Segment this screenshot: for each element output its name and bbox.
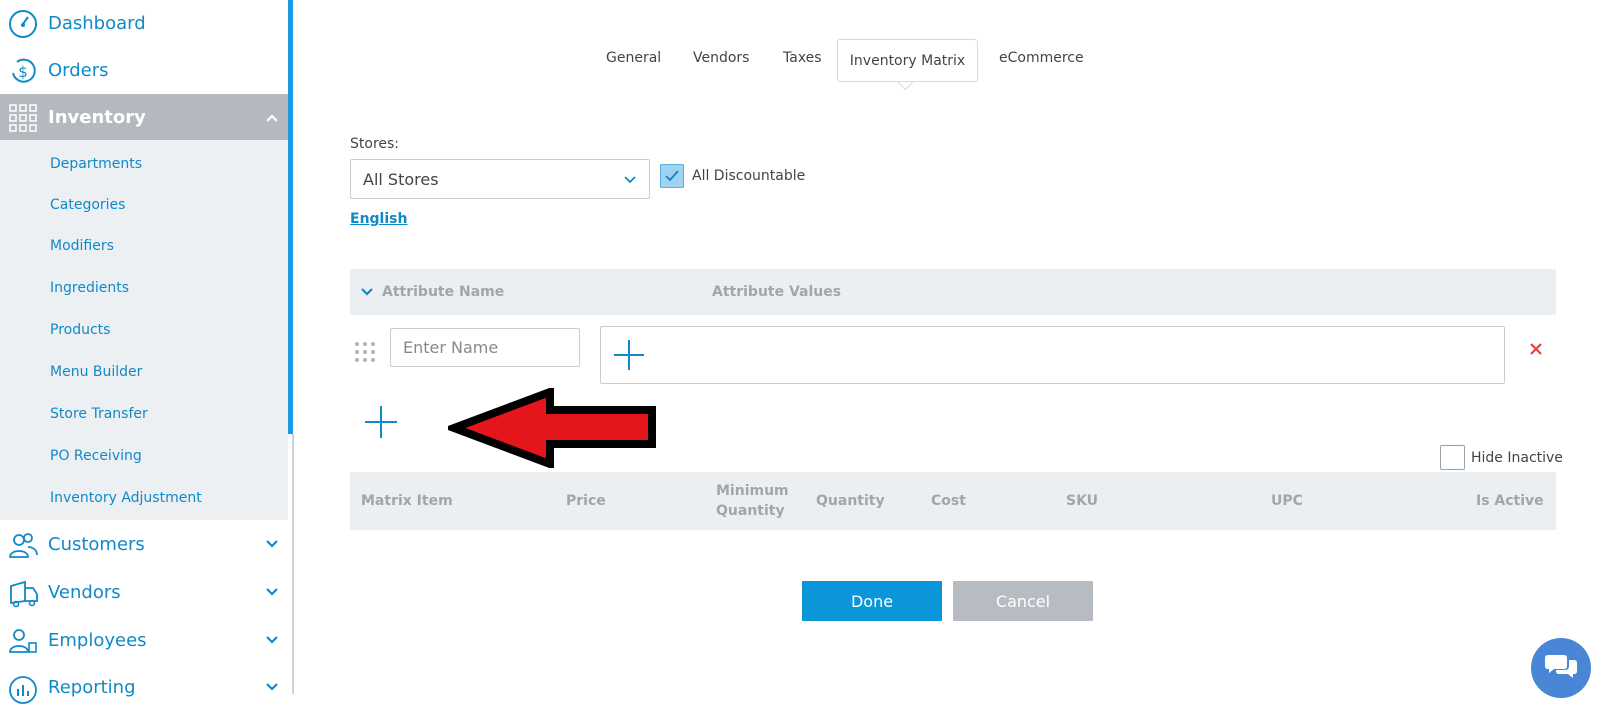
stores-select[interactable]: All Stores [350, 159, 650, 199]
attribute-name-input[interactable] [390, 328, 580, 367]
sidebar-scrollbar[interactable] [288, 0, 293, 434]
stores-select-value: All Stores [363, 170, 439, 189]
tab-inventory-matrix[interactable]: Inventory Matrix [837, 39, 978, 82]
grid-icon [9, 104, 37, 132]
drag-handle-icon[interactable] [354, 341, 376, 363]
col-cost: Cost [931, 493, 966, 509]
sidebar-item-employees[interactable]: Employees [0, 617, 288, 663]
tab-taxes[interactable]: Taxes [783, 50, 822, 66]
sidebar-item-label: Dashboard [48, 12, 146, 34]
sidebar-item-vendors[interactable]: Vendors [0, 569, 288, 615]
dollar-refresh-icon: $ [12, 58, 36, 83]
sidebar-item-dashboard[interactable]: Dashboard [0, 0, 288, 46]
submenu-item-po-receiving[interactable]: PO Receiving [50, 448, 142, 464]
chat-bubbles-icon [1545, 655, 1577, 678]
stores-label: Stores: [350, 136, 400, 152]
sidebar-item-orders[interactable]: $ Orders [0, 47, 288, 93]
language-link[interactable]: English [350, 211, 407, 227]
sidebar-item-label: Orders [48, 59, 109, 81]
submenu-item-menu-builder[interactable]: Menu Builder [50, 364, 142, 380]
reporting-icon [9, 676, 37, 704]
submenu-item-departments[interactable]: Departments [50, 156, 142, 172]
sidebar-item-label: Customers [48, 533, 145, 555]
sidebar-item-label: Vendors [48, 581, 121, 603]
col-matrix-item: Matrix Item [361, 493, 453, 509]
hide-inactive-checkbox[interactable] [1440, 445, 1465, 470]
col-upc: UPC [1271, 493, 1303, 509]
customers-icon [9, 533, 38, 558]
hide-inactive-label: Hide Inactive [1471, 450, 1563, 466]
add-value-plus-icon[interactable] [613, 339, 645, 371]
col-is-active: Is Active [1476, 493, 1544, 509]
all-discountable-checkbox[interactable] [660, 164, 684, 188]
submenu-item-store-transfer[interactable]: Store Transfer [50, 406, 148, 422]
chevron-down-icon[interactable] [265, 585, 279, 599]
chevron-down-icon[interactable] [265, 680, 279, 694]
matrix-table-header: Matrix Item Price Minimum Quantity Quant… [350, 472, 1556, 530]
sidebar-item-customers[interactable]: Customers [0, 521, 288, 567]
sidebar-item-inventory[interactable]: Inventory [0, 94, 288, 141]
sidebar: Dashboard $ Orders Inventory Departments… [0, 0, 288, 704]
submenu-item-categories[interactable]: Categories [50, 197, 125, 213]
add-attribute-plus-icon[interactable] [364, 405, 398, 439]
attribute-table-header: Attribute Name Attribute Values [350, 269, 1556, 315]
tab-label: Inventory Matrix [849, 52, 966, 69]
sidebar-divider [292, 434, 294, 694]
all-discountable-label: All Discountable [692, 168, 806, 184]
tab-general[interactable]: General [606, 50, 661, 66]
attribute-values-field[interactable] [600, 326, 1505, 384]
submenu-item-inventory-adjustment[interactable]: Inventory Adjustment [50, 490, 202, 506]
col-minimum-quantity-line1: Minimum [716, 483, 789, 499]
tab-vendors[interactable]: Vendors [693, 50, 749, 66]
attribute-values-header: Attribute Values [712, 284, 842, 300]
done-button[interactable]: Done [802, 581, 942, 621]
chevron-down-icon[interactable] [265, 537, 279, 551]
submenu-item-products[interactable]: Products [50, 322, 110, 338]
tab-ecommerce[interactable]: eCommerce [999, 50, 1084, 66]
col-minimum-quantity-line2: Quantity [716, 503, 785, 519]
col-price: Price [566, 493, 606, 509]
red-arrow-annotation-icon [448, 388, 656, 468]
sidebar-item-reporting[interactable]: Reporting [0, 664, 288, 710]
cancel-button[interactable]: Cancel [953, 581, 1093, 621]
sidebar-item-label: Inventory [48, 107, 146, 128]
chat-launcher[interactable] [1531, 638, 1591, 698]
truck-icon [10, 580, 38, 608]
submenu-item-ingredients[interactable]: Ingredients [50, 280, 129, 296]
chevron-down-icon[interactable] [361, 286, 373, 298]
attribute-name-header: Attribute Name [382, 284, 505, 300]
sidebar-item-label: Reporting [48, 676, 136, 698]
sidebar-item-label: Employees [48, 629, 147, 651]
col-sku: SKU [1066, 493, 1099, 509]
dashboard-gauge-icon [9, 10, 37, 38]
chevron-down-icon[interactable] [265, 633, 279, 647]
remove-attribute-icon[interactable] [1529, 342, 1543, 356]
submenu-item-modifiers[interactable]: Modifiers [50, 238, 114, 254]
svg-text:$: $ [18, 63, 28, 81]
inventory-submenu: Departments Categories Modifiers Ingredi… [0, 140, 288, 520]
col-quantity: Quantity [816, 493, 885, 509]
chevron-down-icon [624, 176, 636, 184]
employees-icon [9, 629, 37, 653]
chevron-up-icon[interactable] [265, 111, 279, 125]
checkmark-icon [665, 170, 679, 182]
